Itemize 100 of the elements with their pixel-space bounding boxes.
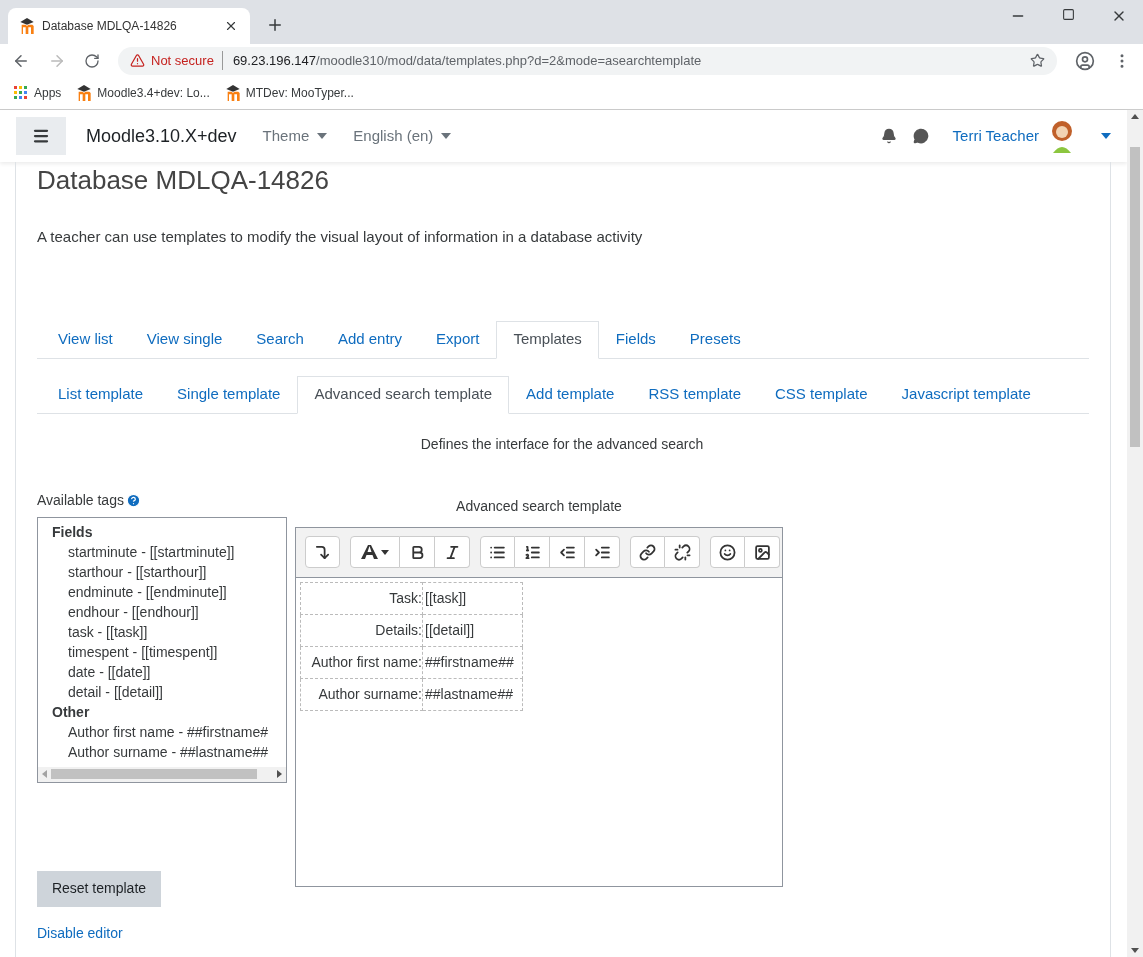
arrow-down-icon: [314, 543, 331, 561]
reload-icon[interactable]: [84, 52, 100, 69]
image-icon: [753, 543, 771, 561]
tag-option[interactable]: endhour - [[endhour]]: [52, 601, 286, 622]
indent-tool[interactable]: [585, 536, 620, 568]
tab-title: Database MDLQA-14826: [42, 18, 178, 35]
tags-list[interactable]: [37, 516, 287, 783]
logo-icon: [77, 85, 92, 101]
horizontal-scrollbar[interactable]: [38, 766, 286, 782]
link-icon: [639, 543, 656, 561]
scrollbar-thumb[interactable]: [1130, 147, 1140, 447]
bookmark[interactable]: Apps: [14, 84, 62, 102]
menu-toggle[interactable]: [16, 117, 66, 155]
caret-icon: [317, 133, 328, 139]
messages-icon[interactable]: [912, 128, 929, 144]
smiley-tool[interactable]: [710, 536, 745, 568]
security-label: Not secure: [151, 50, 223, 71]
apps-grid-icon: [14, 86, 28, 100]
table-cell: ##lastname##: [422, 678, 523, 710]
bookmark[interactable]: Moodle3.4+dev: Lo...: [77, 84, 210, 102]
tag-option[interactable]: date - [[date]]: [52, 661, 286, 682]
nav-dropdown[interactable]: Theme: [262, 124, 328, 148]
nav-tab[interactable]: Export: [419, 320, 497, 359]
nav-tab[interactable]: View single: [129, 320, 240, 359]
nav-dropdown[interactable]: English (en): [353, 124, 452, 148]
url-text: 69.23.196.147/moodle310/mod/data/templates.php?d=2&mode=asearchtemplate: [231, 51, 702, 70]
nav-tab[interactable]: Fields: [598, 320, 673, 359]
intro-text: A teacher can use templates to modify the visual layout of information in a database activity: [37, 227, 644, 247]
table-cell: Author surname:: [300, 678, 423, 710]
nav-tab[interactable]: Single template: [160, 375, 298, 414]
page-heading: Database MDLQA-14826: [37, 164, 330, 196]
nav-tab[interactable]: Advanced search template: [297, 375, 510, 414]
scroll-right-icon[interactable]: [277, 770, 282, 778]
font-icon: [360, 544, 390, 560]
caret-icon: [441, 133, 452, 139]
nav-tab[interactable]: CSS template: [758, 375, 885, 414]
star-icon[interactable]: [1030, 53, 1045, 68]
nav-tab[interactable]: List template: [41, 375, 161, 414]
notifications-icon[interactable]: [880, 128, 897, 144]
table-cell: ##firstname##: [422, 646, 523, 678]
caret-icon: [1101, 133, 1111, 139]
scrollbar-thumb[interactable]: [51, 769, 257, 779]
nav-tab[interactable]: Search: [239, 320, 321, 359]
table-cell: [[task]]: [422, 582, 523, 614]
close-icon[interactable]: [224, 19, 238, 33]
image-tool[interactable]: [745, 536, 780, 568]
numbered-list-icon: [523, 543, 541, 561]
scroll-up-icon[interactable]: [1131, 114, 1139, 119]
disable-editor-link[interactable]: Disable editor: [37, 922, 287, 944]
profile-icon[interactable]: [1075, 50, 1095, 71]
link-tool[interactable]: [630, 536, 665, 568]
warning-icon: [130, 53, 145, 68]
tag-option[interactable]: task - [[task]]: [52, 621, 286, 642]
text-editor[interactable]: Task: [[task]] Details: [[detail]] Author first name: ##firstname## Author surname: ##lastname##: [295, 526, 783, 887]
bold-tool[interactable]: [400, 536, 435, 568]
address-bar[interactable]: Not secure 69.23.196.147/moodle310/mod/data/templates.php?d=2&mode=asearchtemplate: [118, 46, 1057, 75]
nav-tab[interactable]: Add entry: [320, 320, 420, 359]
italic-tool[interactable]: [435, 536, 470, 568]
unlink-icon: [673, 543, 691, 561]
site-name[interactable]: Moodle3.10.X+dev: [86, 122, 237, 150]
menu-icon: [32, 127, 50, 145]
nav-tab[interactable]: View list: [41, 320, 130, 359]
logo-icon: [20, 18, 34, 34]
tag-group-title: Fields: [52, 522, 94, 542]
user-menu[interactable]: Terri Teacher: [952, 119, 1077, 153]
browser-tab[interactable]: Database MDLQA-14826: [8, 8, 250, 44]
unlink-tool[interactable]: [665, 536, 700, 568]
tag-option[interactable]: Author first name - ##firstname#: [52, 721, 286, 742]
table-cell: Task:: [300, 582, 423, 614]
arrow-down-tool[interactable]: [305, 536, 340, 568]
tag-option[interactable]: timespent - [[timespent]]: [52, 641, 286, 662]
editor-label: Advanced search template: [455, 496, 623, 516]
nav-tab[interactable]: RSS template: [631, 375, 758, 414]
outdent-tool[interactable]: [550, 536, 585, 568]
scroll-down-icon[interactable]: [1131, 948, 1139, 953]
font-tool[interactable]: [350, 536, 400, 568]
numbered-list-tool[interactable]: [515, 536, 550, 568]
bullet-list-tool[interactable]: [480, 536, 515, 568]
tag-option[interactable]: detail - [[detail]]: [52, 681, 286, 702]
table-cell: Details:: [300, 614, 423, 646]
tag-option[interactable]: endminute - [[endminute]]: [52, 581, 286, 602]
logo-icon: [225, 85, 240, 101]
reset-template-button[interactable]: Reset template: [37, 870, 161, 907]
tag-group-title: Other: [52, 702, 91, 722]
nav-tab[interactable]: Presets: [672, 320, 758, 359]
tag-option[interactable]: starthour - [[starthour]]: [52, 561, 286, 582]
table-cell: Author first name:: [300, 646, 423, 678]
smiley-icon: [719, 543, 736, 561]
help-icon[interactable]: [125, 492, 141, 508]
maximize-icon[interactable]: [1062, 8, 1075, 21]
tag-option[interactable]: Author surname - ##lastname##: [52, 741, 286, 762]
description-text: Defines the interface for the advanced search: [419, 434, 705, 454]
nav-tab[interactable]: Add template: [509, 375, 632, 414]
nav-tab[interactable]: Javascript template: [884, 375, 1048, 414]
table-cell: [[detail]]: [422, 614, 523, 646]
nav-tab[interactable]: Templates: [496, 320, 599, 359]
new-tab-icon[interactable]: [266, 16, 284, 34]
tag-option[interactable]: startminute - [[startminute]]: [52, 541, 286, 562]
bookmark[interactable]: MTDev: MooTyper...: [225, 84, 354, 102]
available-tags-label: Available tags: [37, 490, 124, 510]
